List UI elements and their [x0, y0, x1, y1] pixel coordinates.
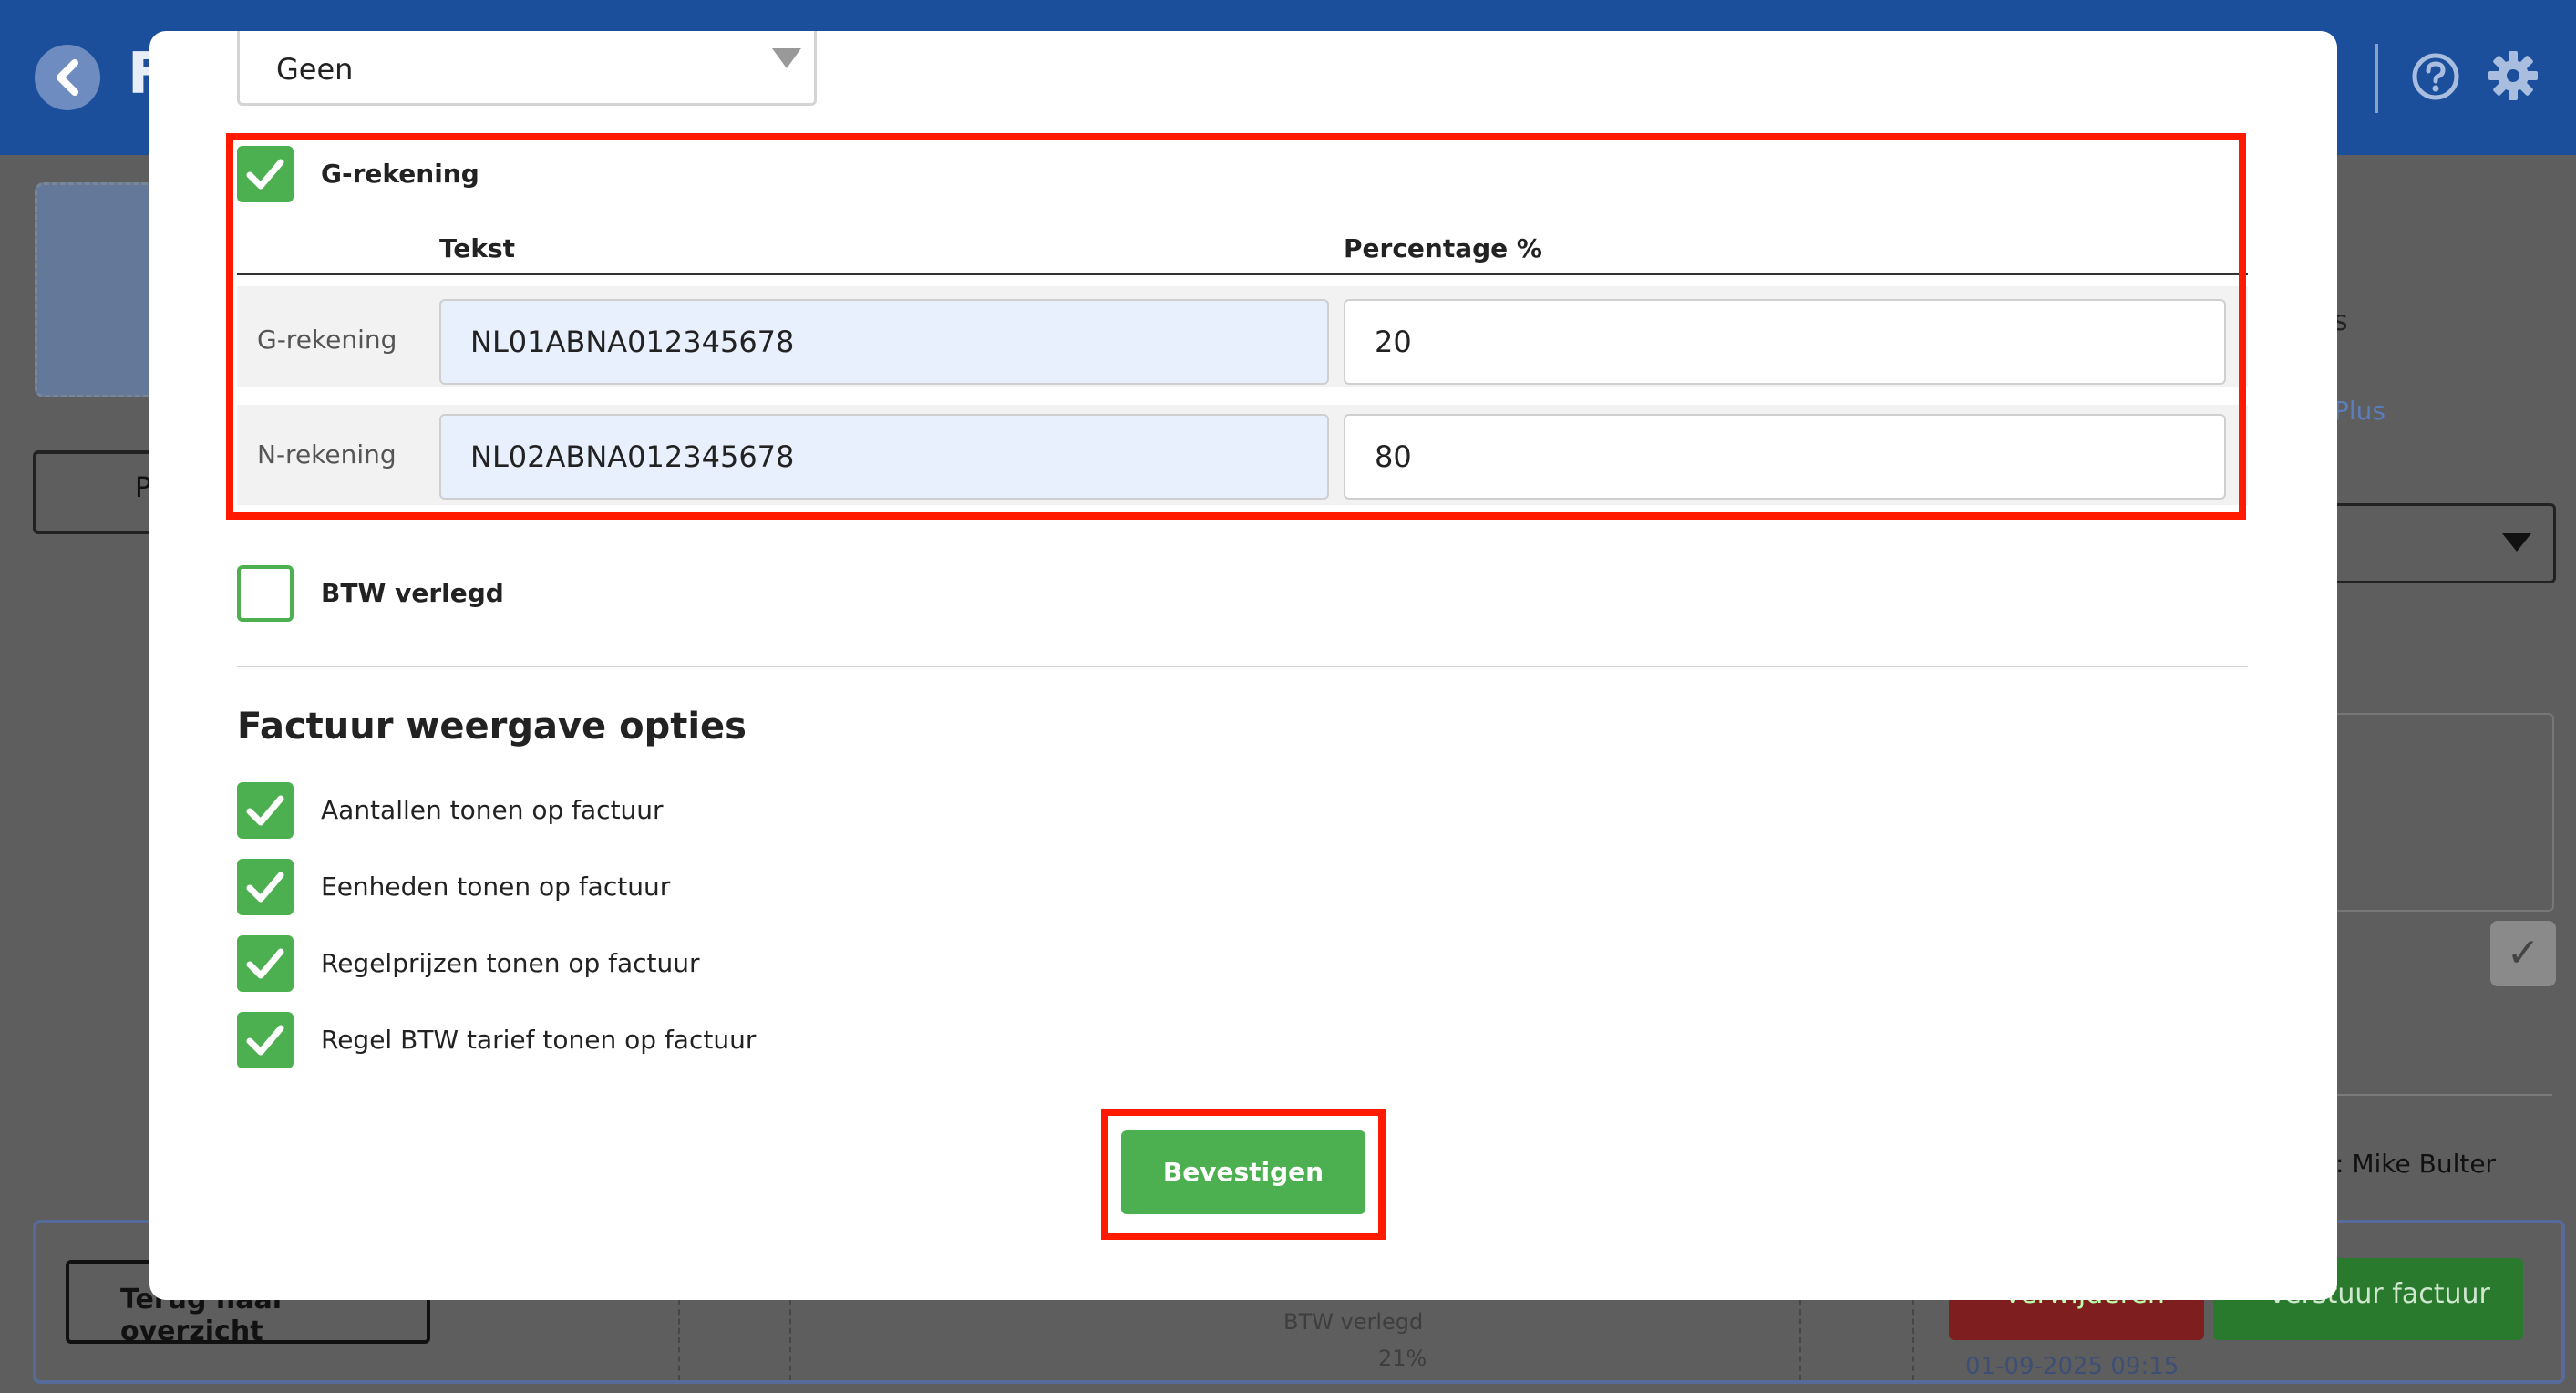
section-title: Factuur weergave opties: [237, 706, 747, 748]
gear-icon[interactable]: [2487, 49, 2540, 106]
help-circle-icon[interactable]: [2410, 51, 2461, 106]
caret-down-icon: [2502, 533, 2531, 552]
check-icon: [246, 872, 284, 903]
option-label-aantallen: Aantallen tonen op factuur: [321, 795, 664, 825]
option-label-regel-btw: Regel BTW tarief tonen op factuur: [321, 1025, 757, 1055]
background-select[interactable]: [2315, 503, 2556, 583]
highlight-box-g-rekening: [226, 133, 2246, 520]
invoice-options-modal: Geen G-rekening Tekst Percentage % G-rek…: [149, 31, 2337, 1300]
select-dropdown[interactable]: Geen: [237, 31, 817, 106]
check-icon: [246, 795, 284, 826]
option-checkbox-regelprijzen[interactable]: [237, 935, 294, 992]
check-icon: [246, 1025, 284, 1056]
option-checkbox-regel-btw[interactable]: [237, 1012, 294, 1068]
author-name: : Mike Bulter: [2335, 1149, 2497, 1179]
invoice-date: 01-09-2025 09:15: [1965, 1353, 2179, 1380]
background-textarea[interactable]: [2315, 713, 2554, 912]
select-value: Geen: [276, 52, 354, 87]
back-button[interactable]: [35, 45, 100, 110]
highlight-box-confirm: [1101, 1109, 1386, 1240]
btw-summary-label: BTW verlegd: [1283, 1309, 1424, 1335]
plus-link[interactable]: Plus: [2334, 396, 2385, 426]
btw-summary-percent: 21%: [1378, 1346, 1427, 1371]
divider: [237, 666, 2248, 667]
chevron-down-icon: [772, 48, 801, 68]
btw-verlegd-label: BTW verlegd: [321, 578, 504, 608]
background-outline-button[interactable]: P: [33, 450, 168, 534]
option-checkbox-aantallen[interactable]: [237, 782, 294, 839]
option-checkbox-eenheden[interactable]: [237, 859, 294, 915]
topbar-divider: [2375, 44, 2378, 113]
divider: [2334, 1094, 2552, 1096]
check-icon[interactable]: ✓: [2490, 921, 2556, 986]
option-label-regelprijzen: Regelprijzen tonen op factuur: [321, 948, 700, 978]
check-icon: [246, 948, 284, 979]
btw-verlegd-checkbox[interactable]: [237, 565, 294, 622]
option-label-eenheden: Eenheden tonen op factuur: [321, 872, 671, 902]
